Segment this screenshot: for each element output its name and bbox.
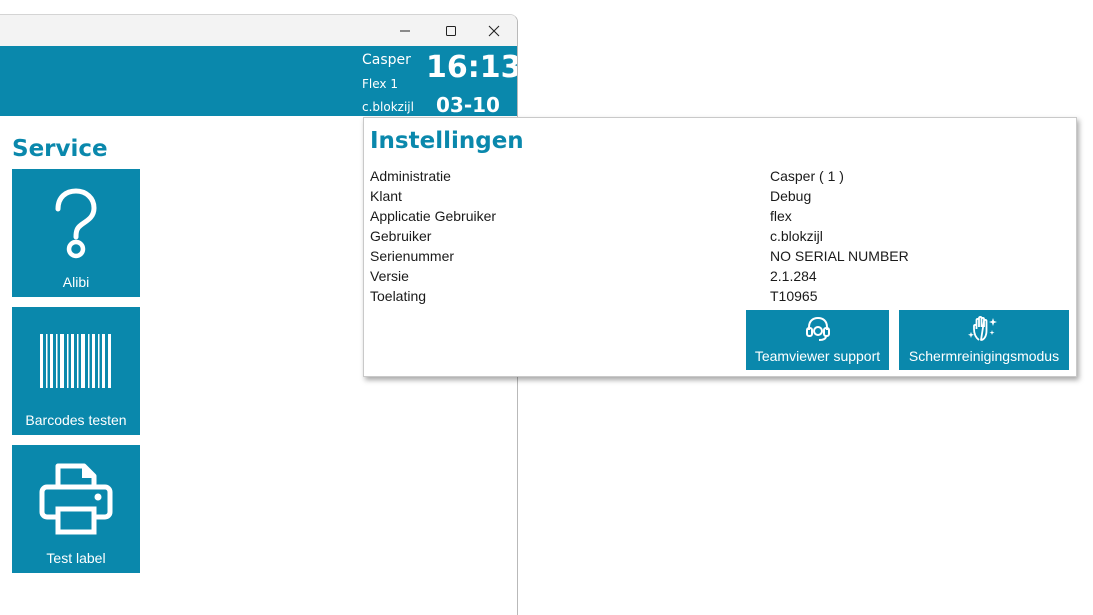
info-key: Applicatie Gebruiker <box>370 208 497 224</box>
hand-sparkle-icon <box>899 314 1069 344</box>
info-row-versie: Versie 2.1.284 <box>370 268 1070 288</box>
close-icon <box>488 25 500 36</box>
header-time: 16:13 <box>426 50 518 85</box>
close-button[interactable] <box>471 15 517 46</box>
info-key: Serienummer <box>370 248 455 264</box>
question-icon <box>12 187 140 261</box>
info-key: Gebruiker <box>370 228 432 244</box>
tile-test-label-label: Test label <box>46 550 106 566</box>
header-app-user: Flex 1 <box>362 77 398 91</box>
info-value: c.blokzijl <box>770 228 823 244</box>
info-value: T10965 <box>770 288 818 304</box>
info-value: Debug <box>770 188 812 204</box>
header-user: c.blokzijl <box>362 100 414 114</box>
tile-barcodes-testen[interactable]: Barcodes testen <box>12 307 140 435</box>
schermreinigingsmodus-label: Schermreinigingsmodus <box>908 348 1060 364</box>
minimize-icon <box>400 30 410 31</box>
maximize-icon <box>446 25 456 36</box>
header-date: 03-10 <box>436 93 500 117</box>
settings-title: Instellingen <box>370 128 524 154</box>
app-header: Casper Flex 1 c.blokzijl 16:13 03-10 <box>0 46 518 117</box>
service-title: Service <box>12 136 108 162</box>
settings-dialog: Instellingen Administratie Casper ( 1 ) … <box>363 117 1077 377</box>
info-key: Administratie <box>370 168 451 184</box>
info-key: Versie <box>370 268 409 284</box>
tile-alibi-label: Alibi <box>62 274 90 290</box>
tile-test-label[interactable]: Test label <box>12 445 140 573</box>
info-value: Casper ( 1 ) <box>770 168 844 184</box>
minimize-button[interactable] <box>382 15 428 46</box>
schermreinigingsmodus-button[interactable]: Schermreinigingsmodus <box>899 310 1069 370</box>
info-key: Klant <box>370 188 402 204</box>
info-row-klant: Klant Debug <box>370 188 1070 208</box>
info-row-administratie: Administratie Casper ( 1 ) <box>370 168 1070 188</box>
maximize-button[interactable] <box>428 15 474 46</box>
header-administration: Casper <box>362 52 411 68</box>
info-key: Toelating <box>370 288 427 304</box>
teamviewer-support-button[interactable]: Teamviewer support <box>746 310 889 370</box>
info-row-serienummer: Serienummer NO SERIAL NUMBER <box>370 248 1070 268</box>
tile-barcodes-label: Barcodes testen <box>25 412 127 428</box>
title-bar <box>0 15 517 46</box>
printer-icon <box>12 463 140 535</box>
barcode-icon <box>12 334 140 388</box>
teamviewer-support-label: Teamviewer support <box>754 348 881 364</box>
info-value: NO SERIAL NUMBER <box>770 248 909 264</box>
info-value: 2.1.284 <box>770 268 817 284</box>
info-value: flex <box>770 208 792 224</box>
info-row-applicatie-gebruiker: Applicatie Gebruiker flex <box>370 208 1070 228</box>
info-row-gebruiker: Gebruiker c.blokzijl <box>370 228 1070 248</box>
info-row-toelating: Toelating T10965 <box>370 288 1070 308</box>
headset-icon <box>746 314 889 344</box>
tile-alibi[interactable]: Alibi <box>12 169 140 297</box>
